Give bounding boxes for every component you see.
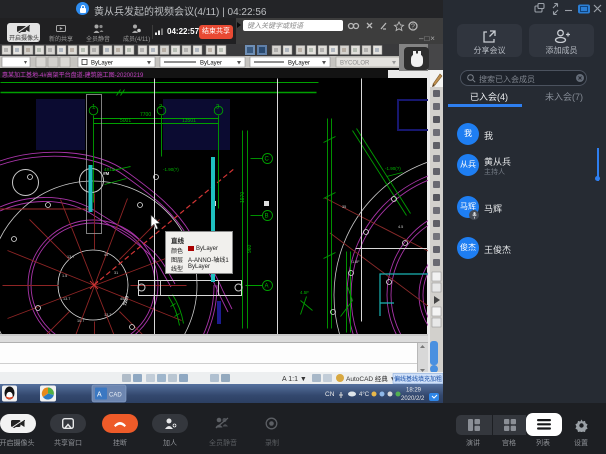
svg-text:45: 45	[104, 253, 108, 257]
svg-text:A 1:1 ▼: A 1:1 ▼	[282, 376, 307, 383]
svg-text:A: A	[97, 392, 102, 399]
svg-text:-1.90(?): -1.90(?)	[163, 167, 179, 172]
svg-text:ByLayer: ByLayer	[91, 61, 113, 67]
svg-text:13501: 13501	[182, 118, 196, 124]
svg-text:ByLayer: ByLayer	[288, 61, 310, 67]
svg-text:4.5: 4.5	[398, 225, 403, 229]
svg-text:#M: #M	[103, 171, 110, 176]
svg-text:4°C: 4°C	[359, 392, 370, 398]
svg-text:-1.90(?): -1.90(?)	[385, 166, 401, 171]
svg-text:AutoCAD 经典 ▼: AutoCAD 经典 ▼	[346, 374, 396, 383]
svg-text:18:29: 18:29	[406, 388, 422, 394]
svg-text:ByLayer: ByLayer	[200, 61, 222, 67]
svg-text:35: 35	[342, 205, 346, 209]
svg-text:偏线基线填充加粗: 偏线基线填充加粗	[394, 375, 442, 383]
svg-text:2020/2/2: 2020/2/2	[401, 396, 425, 402]
svg-text:1: 1	[92, 105, 96, 111]
svg-text:1.5F: 1.5F	[352, 260, 360, 264]
svg-text:C: C	[265, 157, 270, 163]
svg-text:5001: 5001	[120, 118, 131, 124]
svg-text:CN: CN	[325, 391, 335, 398]
svg-text:2: 2	[159, 105, 163, 111]
svg-text:BYCOLOR: BYCOLOR	[340, 61, 370, 67]
svg-text:?: ?	[411, 24, 415, 31]
svg-text:1970: 1970	[240, 192, 246, 203]
svg-text:31: 31	[114, 271, 118, 275]
svg-text:4.5F: 4.5F	[300, 290, 309, 295]
svg-text:13.7: 13.7	[63, 297, 70, 301]
svg-text:A: A	[265, 284, 269, 290]
svg-text:10.7: 10.7	[77, 319, 84, 323]
svg-text:CAD: CAD	[109, 393, 122, 399]
svg-text:1.5: 1.5	[62, 274, 67, 278]
svg-text:13.7: 13.7	[67, 255, 74, 259]
svg-text:960: 960	[247, 244, 253, 253]
svg-text:B: B	[265, 214, 269, 220]
svg-text:13.7: 13.7	[104, 313, 111, 317]
svg-text:7700: 7700	[140, 112, 151, 118]
